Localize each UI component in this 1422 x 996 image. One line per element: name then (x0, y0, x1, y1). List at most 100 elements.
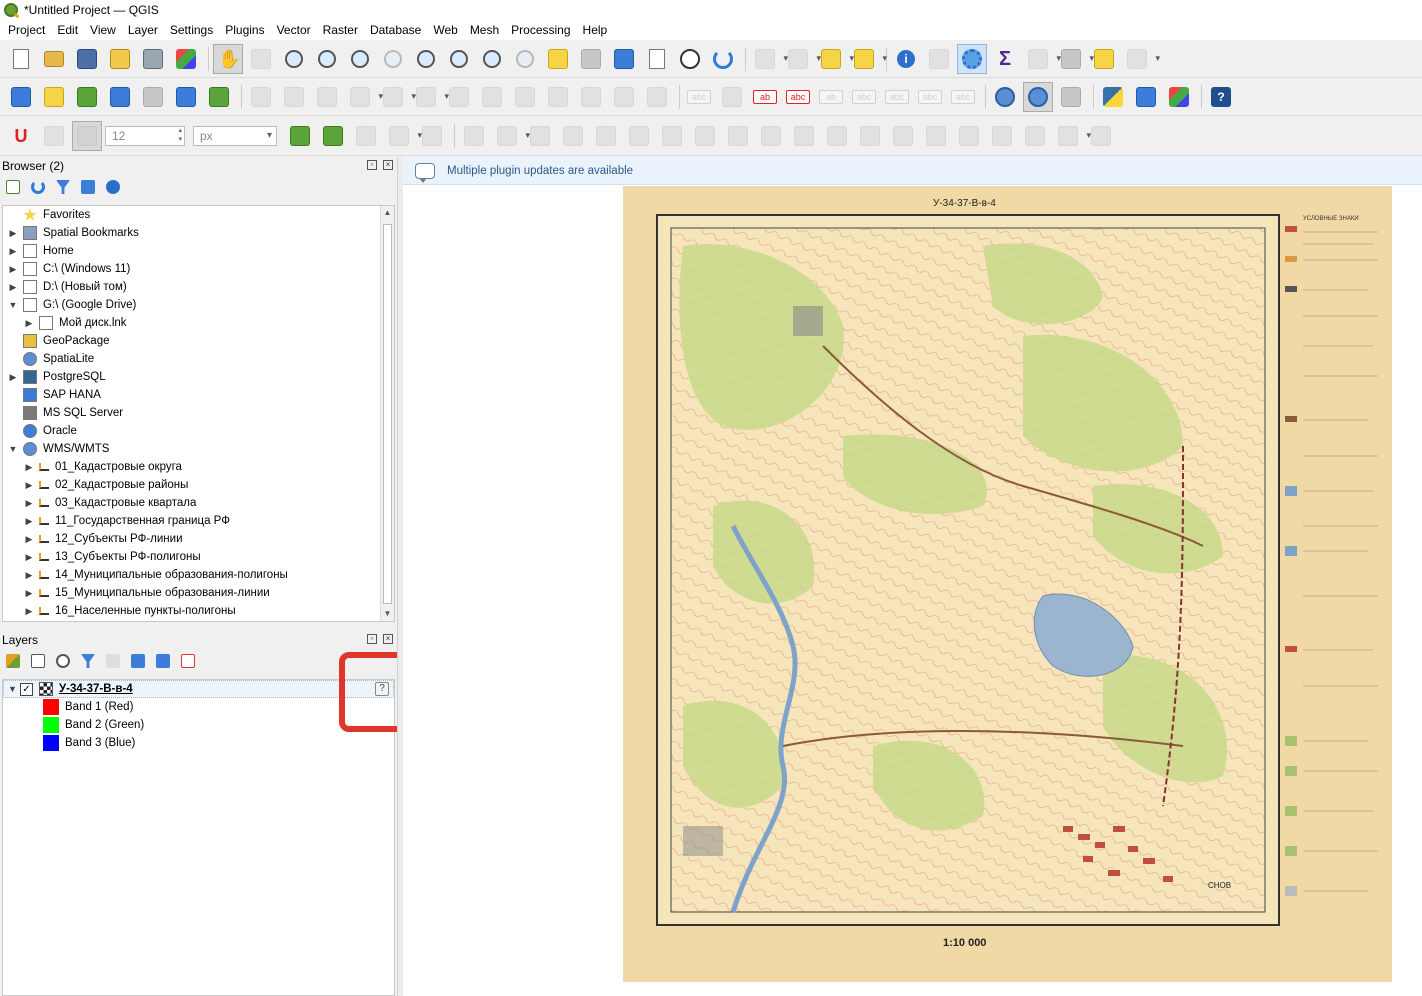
zoom-last-button[interactable] (477, 44, 507, 74)
menu-view[interactable]: View (84, 20, 122, 40)
snapping-type-button[interactable] (72, 120, 102, 151)
menu-mesh[interactable]: Mesh (464, 20, 505, 40)
new-geopackage-button[interactable] (39, 82, 69, 112)
map-settings-button[interactable] (1122, 44, 1160, 74)
layer-item[interactable]: ▼ ✓ У-34-37-В-в-4 ? (3, 680, 394, 698)
modify-attributes-button[interactable] (444, 82, 474, 112)
temporal-controller-button[interactable] (675, 44, 705, 74)
scroll-down-icon[interactable]: ▼ (381, 607, 394, 621)
reverse-line-button[interactable] (690, 121, 720, 151)
digitize-button[interactable] (345, 82, 383, 112)
menu-help[interactable]: Help (577, 20, 614, 40)
chevron-right-icon[interactable]: ▶ (23, 552, 35, 563)
chevron-right-icon[interactable]: ▶ (23, 570, 35, 581)
browser-item[interactable]: ▼ WMS/WMTS (3, 440, 394, 458)
layout-manager-button[interactable] (138, 44, 168, 74)
add-raster-button[interactable] (105, 82, 135, 112)
map-canvas[interactable]: Multiple plugin updates are available У-… (403, 157, 1422, 996)
filter-legend-button[interactable] (79, 652, 97, 670)
filter-expression-button[interactable] (104, 652, 122, 670)
menu-settings[interactable]: Settings (164, 20, 219, 40)
grid-plugin-button[interactable] (1164, 82, 1194, 112)
menu-database[interactable]: Database (364, 20, 427, 40)
label-toolbar-button-1[interactable]: abc (684, 82, 714, 112)
unit-combobox[interactable]: px (193, 125, 277, 146)
new-print-layout-button[interactable] (105, 44, 135, 74)
refresh-browser-button[interactable] (29, 178, 47, 196)
close-icon[interactable]: × (383, 160, 393, 170)
add-mesh-button[interactable] (138, 82, 168, 112)
processing-toolbox-button[interactable] (957, 43, 987, 74)
browser-item[interactable]: Oracle (3, 422, 394, 440)
browser-item[interactable]: ▼ G:\ (Google Drive) (3, 296, 394, 314)
tool-button-21[interactable] (1020, 121, 1050, 151)
chevron-right-icon[interactable]: ▶ (23, 462, 35, 473)
manage-themes-button[interactable] (54, 652, 72, 670)
open-project-button[interactable] (39, 44, 69, 74)
filter-browser-button[interactable] (54, 178, 72, 196)
browser-item[interactable]: ▶ Home (3, 242, 394, 260)
tool-button-23[interactable] (1086, 121, 1116, 151)
new-3d-view-button[interactable] (576, 44, 606, 74)
label-props-button[interactable]: abc (948, 82, 978, 112)
delete-ring-button[interactable] (558, 121, 588, 151)
menu-plugins[interactable]: Plugins (219, 20, 270, 40)
collapse-all-button[interactable] (154, 652, 172, 670)
measure-button[interactable] (1056, 44, 1094, 74)
add-ring-button[interactable] (459, 121, 489, 151)
browser-item[interactable]: ▶ 14_Муниципальные образования-полигоны (3, 566, 394, 584)
tool-button-19[interactable] (954, 121, 984, 151)
pan-to-selection-button[interactable] (246, 44, 276, 74)
redo-button[interactable] (642, 82, 672, 112)
delete-selected-button[interactable] (477, 82, 507, 112)
band-legend-item[interactable]: Band 1 (Red) (3, 698, 394, 716)
collapse-arrow-icon[interactable]: ▼ (8, 684, 20, 694)
select-by-value-button[interactable] (783, 44, 821, 74)
browser-item[interactable]: ▶ 15_Муниципальные образования-линии (3, 584, 394, 602)
save-edits-button[interactable] (312, 82, 342, 112)
chevron-right-icon[interactable]: ▶ (23, 498, 35, 509)
chevron-right-icon[interactable]: ▶ (7, 264, 19, 275)
style-manager-button[interactable] (171, 44, 201, 74)
topological-edit-button[interactable] (285, 121, 315, 151)
chevron-right-icon[interactable]: ▶ (7, 372, 19, 383)
browser-item[interactable]: SAP HANA (3, 386, 394, 404)
data-source-manager-button[interactable] (6, 82, 36, 112)
statistics-button[interactable]: Σ (990, 44, 1020, 74)
intersection-button[interactable] (318, 121, 348, 151)
georeferencer-button[interactable] (1131, 82, 1161, 112)
help-button[interactable]: ? (1206, 82, 1236, 112)
menu-layer[interactable]: Layer (122, 20, 164, 40)
split-features-button[interactable] (723, 121, 753, 151)
menu-processing[interactable]: Processing (505, 20, 576, 40)
chevron-right-icon[interactable]: ▶ (7, 246, 19, 257)
merge-attributes-button[interactable] (822, 121, 852, 151)
layer-warning-icon[interactable]: ? (375, 682, 389, 696)
current-edits-button[interactable] (246, 82, 276, 112)
close-icon[interactable]: × (383, 634, 393, 644)
offset-curve-button[interactable] (657, 121, 687, 151)
advanced-digitize-button[interactable] (39, 121, 69, 151)
diagram-button[interactable] (717, 82, 747, 112)
remove-layer-button[interactable] (179, 652, 197, 670)
chevron-right-icon[interactable]: ▶ (23, 516, 35, 527)
new-map-view-button[interactable] (543, 44, 573, 74)
chevron-right-icon[interactable]: ▶ (23, 480, 35, 491)
browser-item[interactable]: ▶ 12_Субъекты РФ-линии (3, 530, 394, 548)
refresh-button[interactable] (708, 44, 738, 74)
add-part-button[interactable] (492, 121, 530, 151)
zoom-rubberband-button[interactable] (345, 44, 375, 74)
quickmapservices-button[interactable] (990, 82, 1020, 112)
browser-item[interactable]: ▶ 03_Кадастровые квартала (3, 494, 394, 512)
chevron-down-icon[interactable]: ▼ (7, 300, 19, 310)
menu-edit[interactable]: Edit (51, 20, 84, 40)
float-panel-icon[interactable]: ▫ (367, 634, 377, 644)
browser-item[interactable]: ▶ PostgreSQL (3, 368, 394, 386)
new-project-button[interactable] (6, 44, 36, 74)
chevron-right-icon[interactable]: ▶ (23, 588, 35, 599)
rotate-symbols-button[interactable] (855, 121, 885, 151)
label-rotate-button[interactable]: abc (882, 82, 912, 112)
chevron-right-icon[interactable]: ▶ (7, 228, 19, 239)
deselect-button[interactable] (816, 44, 854, 74)
scroll-thumb[interactable] (383, 224, 392, 604)
